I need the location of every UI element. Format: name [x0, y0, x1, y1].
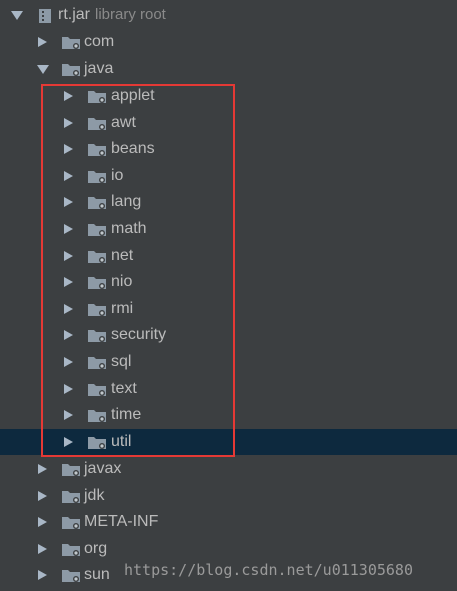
collapse-triangle-icon[interactable]: [38, 570, 47, 581]
tree-row-package[interactable]: sql: [0, 349, 457, 376]
tree-row-package[interactable]: META-INF: [0, 509, 457, 536]
tree-row-package[interactable]: com: [0, 29, 457, 56]
package-label: META-INF: [84, 513, 159, 531]
tree-row-package[interactable]: io: [0, 163, 457, 190]
package-folder-icon: [88, 436, 106, 449]
collapse-triangle-icon[interactable]: [38, 543, 47, 554]
project-tree: rt.jar library root com java applet awt bea…: [0, 0, 457, 591]
collapse-triangle-icon[interactable]: [38, 37, 47, 47]
collapse-triangle-icon[interactable]: [64, 250, 73, 261]
collapse-triangle-icon[interactable]: [64, 197, 73, 208]
package-folder-icon: [88, 357, 106, 369]
collapse-triangle-icon[interactable]: [64, 303, 73, 314]
package-label: beans: [111, 140, 155, 158]
tree-row-package[interactable]: security: [0, 322, 457, 349]
package-label: sql: [111, 353, 132, 370]
jar-icon: [39, 9, 51, 23]
package-label: jdk: [84, 486, 105, 504]
package-label: security: [111, 326, 167, 344]
package-label: java: [84, 60, 114, 77]
package-folder-icon: [88, 250, 106, 263]
package-folder-icon: [62, 570, 80, 583]
collapse-triangle-icon[interactable]: [64, 357, 73, 367]
package-folder-icon: [88, 330, 106, 343]
package-folder-icon: [88, 91, 106, 103]
package-folder-icon: [62, 64, 80, 76]
collapse-triangle-icon[interactable]: [38, 464, 47, 474]
collapse-triangle-icon[interactable]: [64, 277, 73, 288]
collapse-triangle-icon[interactable]: [64, 330, 73, 341]
tree-row-package[interactable]: javax: [0, 456, 457, 483]
collapse-triangle-icon[interactable]: [38, 517, 47, 528]
tree-row-package[interactable]: lang: [0, 189, 457, 216]
package-label: rmi: [111, 299, 134, 317]
root-sublabel: library root: [95, 6, 166, 23]
package-label: io: [111, 166, 124, 184]
tree-row-package[interactable]: awt: [0, 110, 457, 137]
package-folder-icon: [88, 224, 106, 236]
tree-row-package[interactable]: nio: [0, 269, 457, 296]
expand-triangle-icon[interactable]: [37, 65, 49, 74]
package-folder-icon: [88, 117, 106, 130]
watermark-text: https://blog.csdn.net/u011305680: [124, 561, 413, 579]
package-folder-icon: [88, 410, 106, 423]
package-label: javax: [84, 460, 122, 477]
collapse-triangle-icon[interactable]: [64, 224, 73, 234]
expand-triangle-icon[interactable]: [11, 11, 23, 20]
package-label: text: [111, 379, 137, 397]
package-folder-icon: [88, 144, 106, 157]
package-label: nio: [111, 273, 133, 291]
tree-row-package[interactable]: beans: [0, 136, 457, 163]
package-folder-icon: [88, 383, 106, 396]
package-folder-icon: [88, 170, 106, 183]
package-folder-icon: [62, 37, 80, 49]
package-folder-icon: [62, 543, 80, 556]
package-label: sun: [84, 566, 110, 584]
collapse-triangle-icon[interactable]: [38, 490, 47, 501]
package-label: com: [84, 33, 115, 50]
package-label: lang: [111, 193, 142, 211]
tree-row-root[interactable]: rt.jar library root: [0, 2, 457, 29]
tree-row-package[interactable]: util: [0, 428, 457, 456]
tree-row-package[interactable]: math: [0, 216, 457, 243]
package-folder-icon: [62, 517, 80, 530]
tree-row-package[interactable]: net: [0, 243, 457, 270]
tree-row-package[interactable]: rmi: [0, 296, 457, 323]
package-folder-icon: [88, 197, 106, 210]
package-label: awt: [111, 113, 136, 131]
package-label: applet: [111, 87, 155, 104]
root-label: rt.jar library root: [58, 5, 166, 25]
tree-row-package[interactable]: text: [0, 376, 457, 403]
tree-row-package[interactable]: java: [0, 56, 457, 83]
tree-row-package[interactable]: time: [0, 402, 457, 429]
tree-row-package[interactable]: jdk: [0, 483, 457, 510]
package-folder-icon: [88, 303, 106, 316]
collapse-triangle-icon[interactable]: [64, 436, 73, 447]
package-label: util: [111, 432, 132, 450]
package-label: org: [84, 539, 108, 557]
collapse-triangle-icon[interactable]: [64, 144, 73, 155]
collapse-triangle-icon[interactable]: [64, 91, 73, 101]
package-folder-icon: [62, 490, 80, 503]
collapse-triangle-icon[interactable]: [64, 383, 73, 394]
tree-row-package[interactable]: applet: [0, 83, 457, 110]
package-label: net: [111, 246, 134, 264]
package-folder-icon: [88, 277, 106, 290]
tree-row-package[interactable]: org: [0, 536, 457, 563]
package-label: time: [111, 406, 142, 424]
package-label: math: [111, 220, 147, 237]
package-folder-icon: [62, 464, 80, 476]
root-name: rt.jar: [58, 6, 90, 23]
collapse-triangle-icon[interactable]: [64, 410, 73, 421]
collapse-triangle-icon[interactable]: [64, 117, 73, 128]
collapse-triangle-icon[interactable]: [64, 170, 73, 181]
